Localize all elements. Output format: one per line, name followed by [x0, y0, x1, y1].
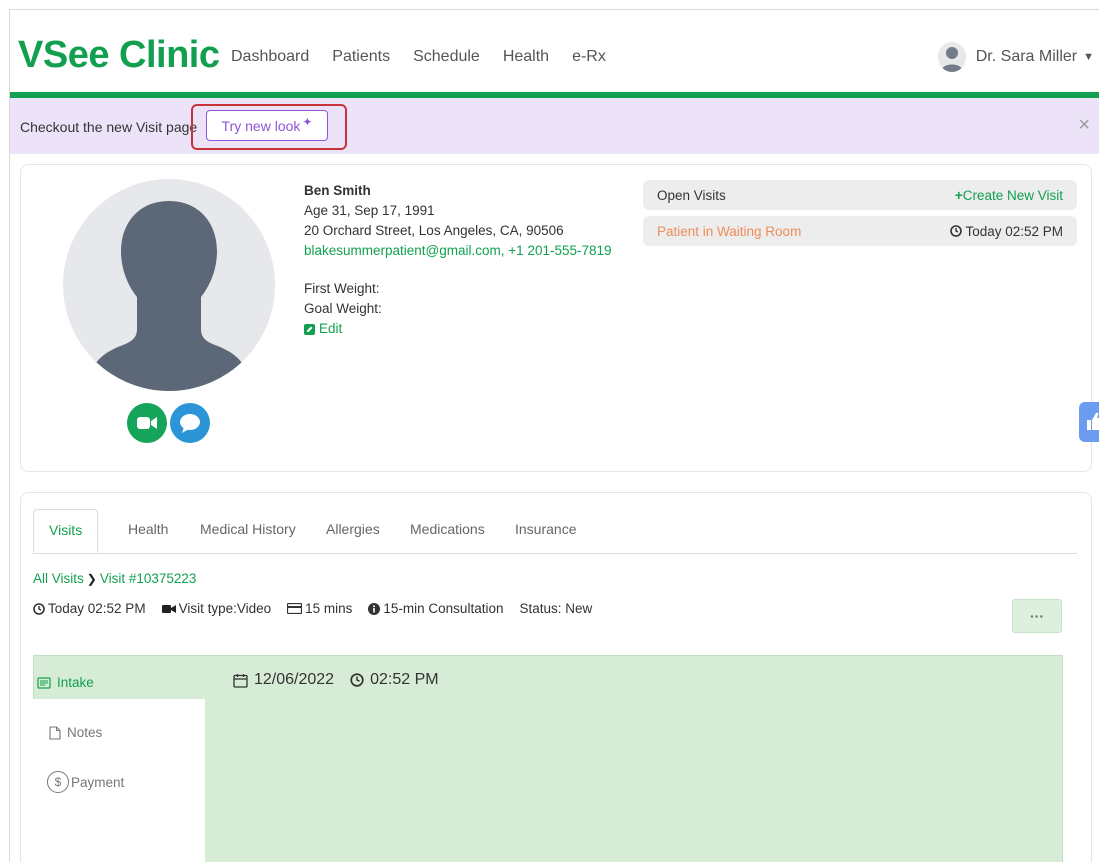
- thumbs-up-icon: [1087, 412, 1099, 430]
- waiting-room-status[interactable]: Patient in Waiting Room: [657, 224, 801, 239]
- breadcrumb: All Visits ❯ Visit #10375223: [33, 571, 196, 586]
- breadcrumb-current-visit[interactable]: Visit #10375223: [100, 571, 197, 586]
- patient-avatar: [63, 179, 275, 391]
- document-icon: [49, 725, 61, 740]
- patient-contact: blakesummerpatient@gmail.com, +1 201-555…: [304, 241, 612, 261]
- open-visits-row: Open Visits +Create New Visit: [643, 180, 1077, 210]
- visit-duration-text: 15 mins: [305, 601, 353, 616]
- waiting-room-row[interactable]: Patient in Waiting Room Today 02:52 PM: [643, 216, 1077, 246]
- nav-dashboard[interactable]: Dashboard: [231, 48, 309, 66]
- side-menu-notes[interactable]: Notes: [49, 725, 102, 740]
- user-avatar: [937, 42, 966, 72]
- visit-duration: 15 mins: [287, 601, 352, 616]
- goal-weight-label: Goal Weight:: [304, 301, 382, 316]
- nav-erx[interactable]: e-Rx: [572, 48, 606, 66]
- top-navbar: VSee Clinic Dashboard Patients Schedule …: [10, 10, 1099, 92]
- video-camera-icon: [137, 417, 157, 429]
- banner-text: Checkout the new Visit page: [20, 119, 198, 135]
- side-menu-intake[interactable]: Intake: [37, 675, 94, 690]
- user-name: Dr. Sara Miller: [975, 48, 1078, 65]
- user-menu[interactable]: Dr. Sara Miller ▼: [937, 42, 1094, 72]
- chevron-right-icon: ❯: [86, 572, 97, 586]
- visit-status: Status: New: [519, 601, 593, 616]
- create-new-visit-label: Create New Visit: [962, 187, 1063, 203]
- edit-link[interactable]: Edit: [304, 319, 612, 339]
- visit-meta: Today 02:52 PM Visit type:Video 15 mins: [33, 601, 608, 616]
- patient-address: 20 Orchard Street, Los Angeles, CA, 9050…: [304, 223, 564, 238]
- create-new-visit-link[interactable]: +Create New Visit: [955, 188, 1063, 203]
- intake-datetime: 12/06/2022 02:52 PM: [233, 671, 439, 689]
- chat-button[interactable]: [170, 403, 210, 443]
- more-options-button[interactable]: ···: [1012, 599, 1062, 633]
- patient-tabs: Visits Health Medical History Allergies …: [33, 509, 1077, 554]
- clock-icon: [33, 602, 45, 615]
- intake-time: 02:52 PM: [370, 671, 439, 688]
- patient-age-dob: Age 31, Sep 17, 1991: [304, 203, 435, 218]
- close-icon[interactable]: ×: [1078, 114, 1090, 137]
- clock-icon: [350, 673, 364, 687]
- chevron-down-icon: ▼: [1083, 51, 1094, 63]
- edit-label: Edit: [319, 321, 343, 336]
- payment-label: Payment: [71, 774, 125, 790]
- visit-type-text: Visit type:Video: [178, 601, 272, 616]
- tab-health[interactable]: Health: [128, 521, 168, 537]
- main-nav: Dashboard Patients Schedule Health e-Rx: [231, 48, 629, 66]
- try-new-look-label: Try new look: [221, 117, 301, 134]
- visit-time: Today 02:52 PM: [33, 601, 146, 616]
- patient-card: Ben Smith Age 31, Sep 17, 1991 20 Orchar…: [20, 164, 1092, 472]
- tab-medical-history[interactable]: Medical History: [200, 521, 296, 537]
- side-menu-payment[interactable]: $ Payment: [47, 771, 124, 793]
- visit-consultation-text: 15-min Consultation: [383, 601, 504, 616]
- nav-patients[interactable]: Patients: [332, 48, 390, 66]
- tab-visits[interactable]: Visits: [33, 509, 99, 553]
- sparkle-icon: ✦: [302, 114, 313, 129]
- plus-icon: +: [954, 187, 963, 203]
- patient-silhouette-icon: [85, 201, 253, 391]
- chat-bubble-icon: [180, 414, 200, 433]
- app-logo[interactable]: VSee Clinic: [18, 34, 220, 77]
- feedback-tab[interactable]: [1079, 402, 1099, 442]
- waiting-time-text: Today 02:52 PM: [965, 223, 1063, 239]
- tab-medications[interactable]: Medications: [410, 521, 485, 537]
- video-camera-icon: [161, 604, 176, 613]
- user-silhouette-icon: [940, 47, 963, 72]
- info-icon: [368, 602, 381, 615]
- clock-icon: [950, 225, 963, 237]
- edit-icon: [304, 323, 315, 335]
- visit-time-text: Today 02:52 PM: [48, 601, 146, 616]
- breadcrumb-all-visits[interactable]: All Visits: [33, 571, 84, 586]
- open-visits-label: Open Visits: [657, 187, 726, 203]
- calendar-icon: [233, 673, 248, 688]
- first-weight-label: First Weight:: [304, 281, 380, 296]
- visit-consultation: 15-min Consultation: [368, 601, 503, 616]
- nav-schedule[interactable]: Schedule: [413, 48, 480, 66]
- visit-type: Visit type:Video: [161, 601, 272, 616]
- clipboard-icon: [37, 676, 51, 689]
- tab-insurance[interactable]: Insurance: [515, 521, 576, 537]
- patient-phone-link[interactable]: +1 201-555-7819: [508, 243, 611, 258]
- tab-allergies[interactable]: Allergies: [326, 521, 380, 537]
- credit-card-icon: [287, 603, 303, 614]
- app-frame: VSee Clinic Dashboard Patients Schedule …: [9, 9, 1099, 862]
- video-call-button[interactable]: [127, 403, 167, 443]
- dollar-icon: $: [47, 771, 69, 793]
- intake-label: Intake: [57, 675, 94, 690]
- patient-info: Ben Smith Age 31, Sep 17, 1991 20 Orchar…: [304, 181, 612, 339]
- notes-label: Notes: [67, 725, 103, 740]
- visits-card: Visits Health Medical History Allergies …: [20, 492, 1092, 862]
- nav-health[interactable]: Health: [503, 48, 549, 66]
- waiting-room-time: Today 02:52 PM: [950, 224, 1063, 239]
- new-visit-banner: Checkout the new Visit page Try new look…: [10, 98, 1099, 154]
- patient-name: Ben Smith: [304, 183, 371, 198]
- patient-email-link[interactable]: blakesummerpatient@gmail.com: [304, 243, 501, 258]
- intake-date: 12/06/2022: [254, 671, 335, 688]
- try-new-look-button[interactable]: Try new look ✦: [206, 110, 328, 141]
